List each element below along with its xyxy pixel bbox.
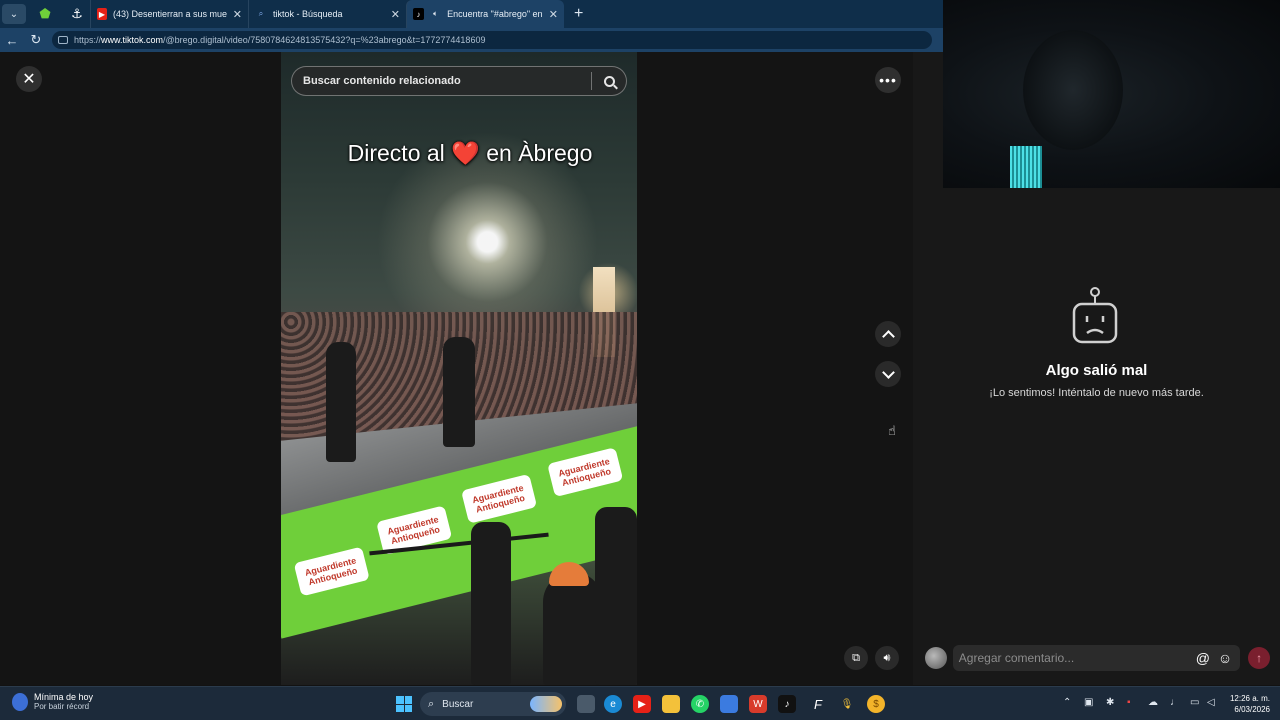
mention-icon[interactable]: @ [1196, 650, 1210, 666]
windows-start-icon[interactable] [396, 696, 412, 712]
close-tab-icon[interactable]: ✕ [391, 8, 400, 21]
close-tab-icon[interactable]: ✕ [233, 8, 242, 21]
coin-app-icon[interactable]: $ [867, 695, 885, 713]
windows-taskbar: Mínima de hoy Por batir récord ⌕ Buscar … [0, 686, 1280, 720]
performer-left [326, 342, 356, 462]
pinned-tab-shield[interactable]: ⬟ [32, 3, 58, 25]
video-caption: Directo al ❤️ en Àbrego [347, 140, 593, 166]
volume-tray-icon[interactable]: ◁ [1207, 697, 1215, 708]
microphone-icon[interactable]: ♩ [1170, 697, 1180, 708]
youtube-app-icon[interactable]: ▶ [633, 695, 651, 713]
weather-line2: Por batir récord [34, 702, 90, 711]
youtube-icon: ▶ [97, 8, 107, 20]
previous-video-button[interactable] [875, 321, 901, 347]
comment-input[interactable]: Agregar comentario... @ ☺ [952, 645, 1241, 671]
search-icon [603, 75, 615, 87]
video-player[interactable]: Aguardiente Antioqueño Aguardiente Antio… [281, 52, 637, 685]
search-icon: ⌕ [428, 697, 435, 710]
tab-title: tiktok - Búsqueda [273, 9, 343, 19]
search-button[interactable] [592, 75, 626, 87]
error-robot-icon [1072, 287, 1118, 344]
tab-tiktok[interactable]: ♪ 🔈︎ Encuentra "#abrego" en TikTok ✕ [406, 0, 564, 28]
tiktok-app-icon[interactable]: ♪ [778, 695, 796, 713]
next-video-button[interactable] [875, 361, 901, 387]
tiktok-page: ✕ Aguardiente Antioqueño Aguardiente Ant… [0, 52, 943, 685]
microphone-app-icon[interactable]: 🎙︎ [838, 695, 856, 713]
comment-composer: Agregar comentario... @ ☺ ↑ [925, 644, 1270, 672]
close-tab-icon[interactable]: ✕ [549, 8, 558, 21]
tray-red-icon[interactable]: ▪ [1127, 697, 1131, 708]
back-arrow-icon[interactable]: ← [0, 33, 24, 48]
comments-panel-edge [913, 52, 943, 188]
thermometer-icon [12, 692, 28, 711]
anchor-icon: ⚓ [71, 6, 83, 21]
search-icon: ⌕ [258, 9, 264, 18]
tray-app-icon[interactable]: ▣ [1084, 697, 1093, 708]
comments-panel [913, 188, 1280, 685]
chevron-up-icon[interactable]: ⌃ [1063, 697, 1071, 708]
more-options-icon[interactable]: ••• [875, 67, 901, 93]
mouse-cursor-icon: ☝ [888, 423, 896, 438]
file-explorer-icon[interactable] [662, 695, 680, 713]
clock-time: 12:26 a. m. [1229, 694, 1270, 703]
search-highlight-icon [530, 696, 562, 712]
tab-youtube[interactable]: ▶ (43) Desentierran a sus muertos p ✕ [90, 0, 248, 28]
banner-label: Aguardiente Antioqueño [461, 473, 538, 524]
webcam-overlay [943, 0, 1280, 188]
url-text: https://www.tiktok.com/@brego.digital/vi… [74, 35, 486, 45]
error-message: ¡Lo sentimos! Inténtalo de nuevo más tar… [989, 387, 1204, 399]
related-search-bar[interactable]: Buscar contenido relacionado [291, 66, 627, 96]
taskbar-search[interactable]: ⌕ Buscar [420, 692, 566, 716]
search-input[interactable]: Buscar contenido relacionado [303, 75, 591, 87]
performer-right [443, 337, 475, 447]
banner-label: Aguardiente Antioqueño [547, 447, 624, 498]
network-icon[interactable]: ▭ [1190, 697, 1199, 708]
refresh-icon[interactable]: ↻ [24, 32, 48, 48]
chevron-up-icon [881, 329, 895, 343]
chevron-down-icon [881, 365, 895, 379]
spectator [595, 507, 637, 685]
comment-placeholder: Agregar comentario... [958, 651, 1075, 665]
spectator [471, 522, 511, 685]
tab-title: Encuentra "#abrego" en TikTok [447, 9, 543, 19]
webcam-glow [1010, 146, 1042, 188]
f-app-icon[interactable]: F [809, 695, 827, 713]
weather-line1: Mínima de hoy [34, 692, 94, 702]
lock-icon [58, 36, 68, 44]
onedrive-icon[interactable]: ☁ [1148, 697, 1158, 708]
system-clock[interactable]: 12:26 a. m. 6/03/2026 [1222, 693, 1270, 715]
heart-icon: ❤️ [451, 140, 480, 166]
shield-icon: ⬟ [39, 6, 51, 21]
address-bar: ← ↻ https://www.tiktok.com/@brego.digita… [0, 28, 943, 52]
webcam-person [1023, 30, 1123, 150]
volume-icon[interactable]: 🔊︎ [875, 646, 899, 670]
tab-search[interactable]: ⌕ tiktok - Búsqueda ✕ [248, 0, 406, 28]
edge-icon[interactable]: e [604, 695, 622, 713]
new-tab-icon[interactable]: + [574, 5, 583, 23]
picture-in-picture-icon[interactable]: ⧉ [844, 646, 868, 670]
close-icon[interactable]: ✕ [16, 66, 42, 92]
office-icon[interactable]: W [749, 695, 767, 713]
whatsapp-icon[interactable]: ✆ [691, 695, 709, 713]
send-comment-button[interactable]: ↑ [1248, 647, 1270, 669]
error-title: Algo salió mal [1045, 362, 1148, 379]
tab-title: (43) Desentierran a sus muertos p [113, 9, 227, 19]
browser-tab-bar: ⌄ ⬟ ⚓ ▶ (43) Desentierran a sus muertos … [0, 0, 943, 28]
task-view-icon[interactable] [577, 695, 595, 713]
emoji-icon[interactable]: ☺ [1218, 650, 1232, 666]
store-icon[interactable] [720, 695, 738, 713]
pinned-tab-anchor[interactable]: ⚓ [64, 3, 90, 25]
speaker-icon[interactable]: 🔈︎ [430, 8, 441, 20]
url-field[interactable]: https://www.tiktok.com/@brego.digital/vi… [52, 31, 932, 49]
banner-label: Aguardiente Antioqueño [293, 546, 370, 597]
spectator [543, 572, 603, 685]
clock-date: 6/03/2026 [1234, 705, 1270, 714]
avatar[interactable] [925, 647, 947, 669]
weather-widget[interactable]: Mínima de hoy Por batir récord [12, 692, 93, 711]
tiktok-icon: ♪ [413, 8, 425, 20]
taskbar-search-label: Buscar [442, 698, 474, 710]
bluetooth-icon[interactable]: ✱ [1106, 697, 1114, 708]
tab-actions-menu-icon[interactable]: ⌄ [2, 4, 26, 24]
